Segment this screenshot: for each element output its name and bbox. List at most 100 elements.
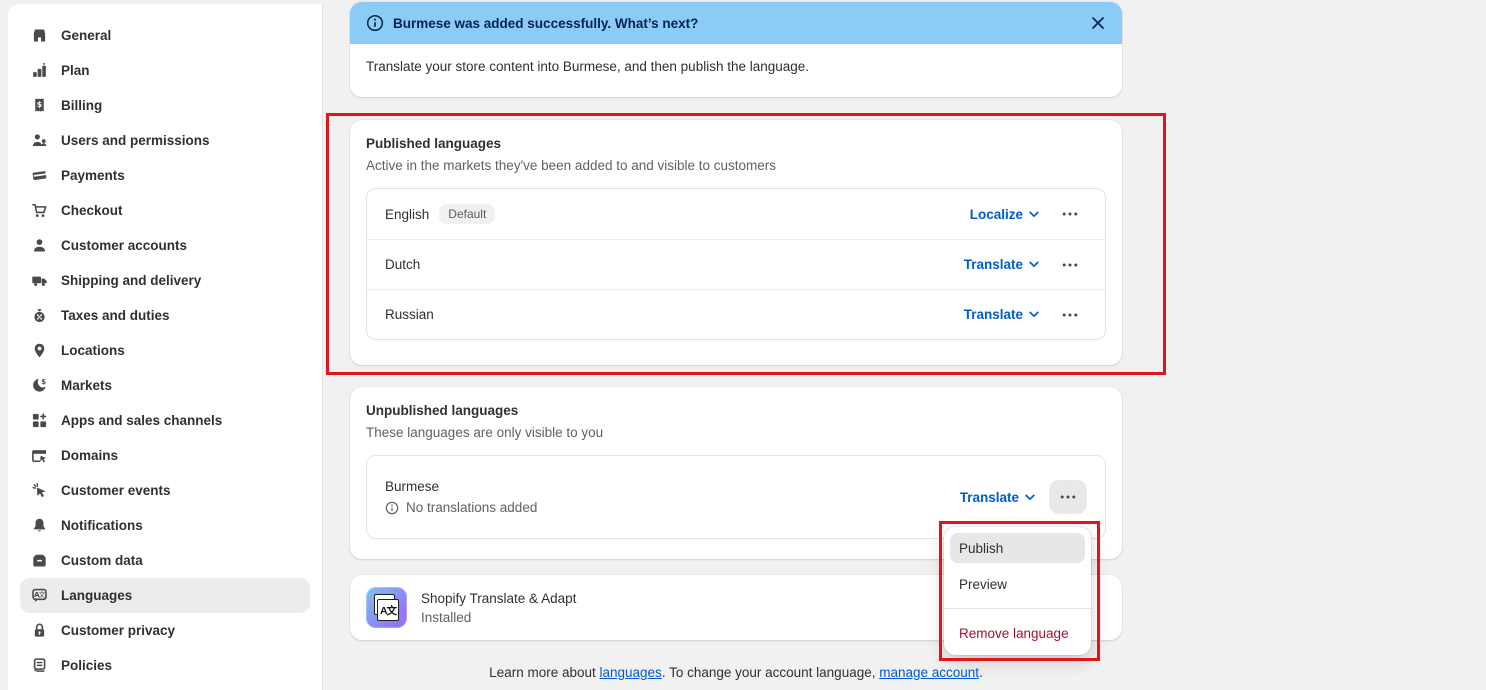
sidebar-item-apps-sales-channels[interactable]: Apps and sales channels xyxy=(20,403,310,438)
billing-icon: $ xyxy=(30,97,48,115)
translate-app-icon: A文 xyxy=(366,587,407,628)
sidebar-item-domains[interactable]: Domains xyxy=(20,438,310,473)
sidebar-item-label: Users and permissions xyxy=(61,133,210,148)
chevron-down-icon xyxy=(1029,211,1039,218)
sidebar-item-customer-accounts[interactable]: Customer accounts xyxy=(20,228,310,263)
sidebar-item-general[interactable]: General xyxy=(20,18,310,53)
customer-events-icon xyxy=(30,482,48,500)
payments-icon xyxy=(30,167,48,185)
sidebar-item-label: Customer accounts xyxy=(61,238,187,253)
banner-title: Burmese was added successfully. What’s n… xyxy=(393,16,1075,31)
sidebar-item-label: Custom data xyxy=(61,553,143,568)
row-menu-icon[interactable] xyxy=(1053,250,1087,280)
language-name: Russian xyxy=(385,307,434,322)
unpublished-languages-subtitle: These languages are only visible to you xyxy=(366,425,1106,440)
chevron-down-icon xyxy=(1029,311,1039,318)
row-menu-icon[interactable] xyxy=(1049,480,1087,514)
sidebar-item-label: Billing xyxy=(61,98,102,113)
languages-link[interactable]: languages xyxy=(600,665,662,680)
info-banner: Burmese was added successfully. What’s n… xyxy=(350,2,1122,97)
published-languages-title: Published languages xyxy=(366,136,1106,151)
domains-icon xyxy=(30,447,48,465)
lock-icon xyxy=(30,622,48,640)
checkout-icon xyxy=(30,202,48,220)
custom-data-icon xyxy=(30,552,48,570)
sidebar-item-label: Plan xyxy=(61,63,90,78)
sidebar-item-label: Customer privacy xyxy=(61,623,175,638)
sidebar-item-users-permissions[interactable]: Users and permissions xyxy=(20,123,310,158)
published-languages-list: English Default Localize Dutch xyxy=(366,188,1106,340)
languages-icon: A文 xyxy=(30,587,48,605)
sidebar-item-label: Shipping and delivery xyxy=(61,273,201,288)
sidebar-item-label: Domains xyxy=(61,448,118,463)
customer-accounts-icon xyxy=(30,237,48,255)
sidebar-item-custom-data[interactable]: Custom data xyxy=(20,543,310,578)
apps-icon xyxy=(30,412,48,430)
localize-dropdown-button[interactable]: Localize xyxy=(970,207,1039,222)
published-languages-card: Published languages Active in the market… xyxy=(350,120,1122,365)
sidebar-item-label: Notifications xyxy=(61,518,143,533)
info-icon xyxy=(366,14,384,32)
app-title: Shopify Translate & Adapt xyxy=(421,591,576,606)
language-row-dutch: Dutch Translate xyxy=(367,239,1105,289)
close-icon[interactable] xyxy=(1084,9,1112,37)
sidebar-item-label: Taxes and duties xyxy=(61,308,170,323)
menu-item-remove-language[interactable]: Remove language xyxy=(950,618,1085,648)
markets-icon: $ xyxy=(30,377,48,395)
row-menu-icon[interactable] xyxy=(1053,199,1087,229)
sidebar-item-locations[interactable]: Locations xyxy=(20,333,310,368)
plan-icon xyxy=(30,62,48,80)
translate-dropdown-button[interactable]: Translate xyxy=(960,490,1035,505)
app-status: Installed xyxy=(421,610,576,625)
chevron-down-icon xyxy=(1025,494,1035,501)
default-badge: Default xyxy=(439,204,495,224)
info-icon xyxy=(385,501,399,515)
language-context-menu: Publish Preview Remove language xyxy=(944,527,1091,655)
info-banner-header: Burmese was added successfully. What’s n… xyxy=(350,2,1122,44)
sidebar-item-label: General xyxy=(61,28,111,43)
menu-item-preview[interactable]: Preview xyxy=(950,569,1085,599)
row-menu-icon[interactable] xyxy=(1053,300,1087,330)
sidebar-item-languages[interactable]: A文 Languages xyxy=(20,578,310,613)
sidebar-item-label: Checkout xyxy=(61,203,123,218)
sidebar-item-label: Payments xyxy=(61,168,125,183)
sidebar-item-label: Apps and sales channels xyxy=(61,413,222,428)
sidebar-item-label: Markets xyxy=(61,378,112,393)
sidebar-item-payments[interactable]: Payments xyxy=(20,158,310,193)
svg-text:文: 文 xyxy=(38,590,45,599)
sidebar-item-notifications[interactable]: Notifications xyxy=(20,508,310,543)
policies-icon xyxy=(30,657,48,675)
store-icon xyxy=(30,27,48,45)
menu-item-publish[interactable]: Publish xyxy=(950,533,1085,563)
sidebar-item-label: Languages xyxy=(61,588,132,603)
translate-dropdown-button[interactable]: Translate xyxy=(964,307,1039,322)
users-icon xyxy=(30,132,48,150)
sidebar-item-label: Policies xyxy=(61,658,112,673)
menu-divider xyxy=(944,608,1091,609)
footer-help-text: Learn more about languages. To change yo… xyxy=(350,665,1122,680)
sidebar-item-label: Customer events xyxy=(61,483,171,498)
locations-icon xyxy=(30,342,48,360)
translate-dropdown-button[interactable]: Translate xyxy=(964,257,1039,272)
language-row-burmese: Burmese No translations added Translate xyxy=(367,456,1105,538)
manage-account-link[interactable]: manage account xyxy=(879,665,979,680)
sidebar-item-label: Locations xyxy=(61,343,125,358)
sidebar-item-taxes-duties[interactable]: Taxes and duties xyxy=(20,298,310,333)
taxes-icon xyxy=(30,307,48,325)
sidebar-item-checkout[interactable]: Checkout xyxy=(20,193,310,228)
language-name: English xyxy=(385,207,429,222)
settings-sidebar: General Plan $ Billing Users and permiss… xyxy=(8,4,323,690)
chevron-down-icon xyxy=(1029,261,1039,268)
sidebar-item-markets[interactable]: $ Markets xyxy=(20,368,310,403)
sidebar-item-billing[interactable]: $ Billing xyxy=(20,88,310,123)
sidebar-item-customer-events[interactable]: Customer events xyxy=(20,473,310,508)
language-name: Dutch xyxy=(385,257,420,272)
notifications-icon xyxy=(30,517,48,535)
sidebar-item-customer-privacy[interactable]: Customer privacy xyxy=(20,613,310,648)
sidebar-item-shipping-delivery[interactable]: Shipping and delivery xyxy=(20,263,310,298)
no-translations-note: No translations added xyxy=(385,500,537,515)
svg-text:$: $ xyxy=(41,377,46,386)
unpublished-languages-title: Unpublished languages xyxy=(366,403,1106,418)
sidebar-item-policies[interactable]: Policies xyxy=(20,648,310,683)
sidebar-item-plan[interactable]: Plan xyxy=(20,53,310,88)
